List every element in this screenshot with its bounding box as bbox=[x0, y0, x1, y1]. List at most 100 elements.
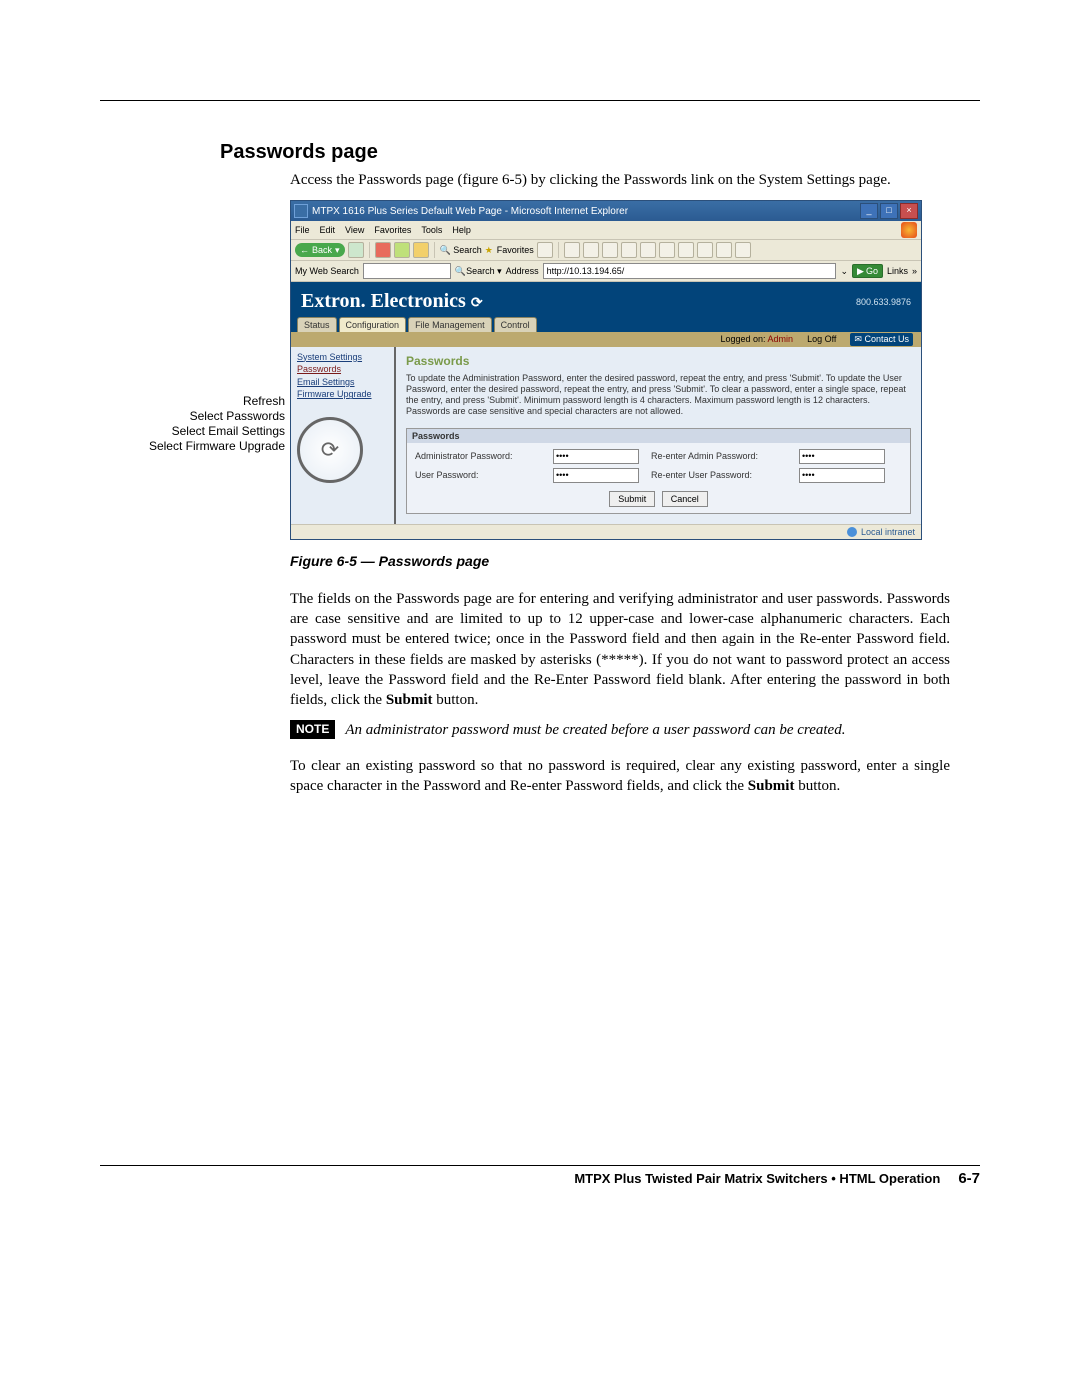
links-chevron-icon[interactable]: » bbox=[912, 265, 917, 277]
menu-favorites[interactable]: Favorites bbox=[374, 224, 411, 236]
menu-edit[interactable]: Edit bbox=[320, 224, 336, 236]
contact-us-link[interactable]: ✉ Contact Us bbox=[850, 333, 913, 345]
messenger-button[interactable] bbox=[678, 242, 694, 258]
submit-button[interactable]: Submit bbox=[609, 491, 655, 507]
note-block: NOTE An administrator password must be c… bbox=[290, 720, 950, 740]
figure-passwords-page: Refresh Select Passwords Select Email Se… bbox=[130, 200, 930, 540]
sidebar: System Settings Passwords Email Settings… bbox=[291, 347, 396, 524]
menu-file[interactable]: File bbox=[295, 224, 310, 236]
tab-status[interactable]: Status bbox=[297, 317, 337, 332]
arrow-left-icon: ← bbox=[300, 244, 309, 256]
close-button[interactable]: × bbox=[900, 203, 918, 219]
note-badge: NOTE bbox=[290, 720, 335, 738]
back-button[interactable]: ← Back ▾ bbox=[295, 243, 345, 257]
menu-view[interactable]: View bbox=[345, 224, 364, 236]
callout-refresh: Refresh bbox=[130, 394, 285, 409]
re-admin-password-label: Re-enter Admin Password: bbox=[651, 450, 791, 462]
passwords-box: Passwords Administrator Password: Re-ent… bbox=[406, 428, 911, 514]
stop-button[interactable] bbox=[375, 242, 391, 258]
passwords-panel: Passwords To update the Administration P… bbox=[396, 347, 921, 524]
extra-button-3[interactable] bbox=[735, 242, 751, 258]
home-button[interactable] bbox=[413, 242, 429, 258]
ie-window: MTPX 1616 Plus Series Default Web Page -… bbox=[290, 200, 922, 540]
media-button[interactable] bbox=[537, 242, 553, 258]
ie-throbber-icon bbox=[901, 222, 917, 238]
edit-button[interactable] bbox=[621, 242, 637, 258]
note-text: An administrator password must be create… bbox=[345, 720, 845, 740]
session-bar: Logged on: Admin Log Off ✉ Contact Us bbox=[291, 332, 921, 346]
forward-button[interactable] bbox=[348, 242, 364, 258]
page-footer: MTPX Plus Twisted Pair Matrix Switchers … bbox=[100, 1165, 980, 1187]
re-admin-password-input[interactable] bbox=[799, 449, 885, 464]
admin-password-input[interactable] bbox=[553, 449, 639, 464]
phone-number: 800.633.9876 bbox=[856, 296, 911, 308]
search-address-bar: My Web Search 🔍Search ▾ Address ⌄ ▶ Go L… bbox=[291, 261, 921, 282]
user-password-input[interactable] bbox=[553, 468, 639, 483]
search-button[interactable]: 🔍 Search bbox=[440, 244, 482, 256]
extra-button-2[interactable] bbox=[716, 242, 732, 258]
browser-viewport: Extron. Electronics ⟳ 800.633.9876 Statu… bbox=[291, 282, 921, 524]
logged-user: Admin bbox=[768, 334, 794, 344]
window-titlebar: MTPX 1616 Plus Series Default Web Page -… bbox=[291, 201, 921, 221]
admin-password-label: Administrator Password: bbox=[415, 450, 545, 462]
minimize-button[interactable]: _ bbox=[860, 203, 878, 219]
panel-help-text: To update the Administration Password, e… bbox=[406, 373, 911, 418]
horizontal-rule bbox=[100, 100, 980, 101]
figure-callouts: Refresh Select Passwords Select Email Se… bbox=[130, 394, 285, 454]
extra-button-1[interactable] bbox=[697, 242, 713, 258]
ie-icon bbox=[294, 204, 308, 218]
go-button[interactable]: ▶ Go bbox=[852, 264, 883, 278]
address-input[interactable] bbox=[543, 263, 837, 279]
extron-logo-icon: ⟳ bbox=[297, 417, 363, 483]
tab-control[interactable]: Control bbox=[494, 317, 537, 332]
star-icon: ★ bbox=[485, 244, 497, 256]
tab-configuration[interactable]: Configuration bbox=[339, 317, 407, 332]
chevron-down-icon: ▾ bbox=[335, 244, 340, 256]
separator bbox=[369, 242, 370, 258]
recycle-icon: ⟳ bbox=[471, 296, 483, 311]
zone-text: Local intranet bbox=[861, 526, 915, 538]
callout-passwords: Select Passwords bbox=[130, 409, 285, 424]
logoff-link[interactable]: Log Off bbox=[807, 333, 836, 345]
menu-bar: File Edit View Favorites Tools Help bbox=[291, 221, 921, 240]
user-password-label: User Password: bbox=[415, 469, 545, 481]
favorites-button[interactable]: ★Favorites bbox=[485, 244, 534, 256]
history-button[interactable] bbox=[564, 242, 580, 258]
body-paragraph-2: To clear an existing password so that no… bbox=[290, 756, 950, 797]
separator bbox=[434, 242, 435, 258]
ie-status-bar: Local intranet bbox=[291, 524, 921, 539]
menu-tools[interactable]: Tools bbox=[421, 224, 442, 236]
mail-button[interactable] bbox=[583, 242, 599, 258]
discuss-button[interactable] bbox=[640, 242, 656, 258]
links-label[interactable]: Links bbox=[887, 265, 908, 277]
figure-caption: Figure 6-5 — Passwords page bbox=[290, 552, 950, 571]
search-mini-button[interactable]: 🔍Search ▾ bbox=[455, 265, 502, 277]
mywebsearch-input[interactable] bbox=[363, 263, 451, 279]
re-user-password-input[interactable] bbox=[799, 468, 885, 483]
extron-header: Extron. Electronics ⟳ 800.633.9876 bbox=[291, 282, 921, 317]
callout-firmware: Select Firmware Upgrade bbox=[130, 439, 285, 454]
research-button[interactable] bbox=[659, 242, 675, 258]
menu-help[interactable]: Help bbox=[452, 224, 471, 236]
toolbar: ← Back ▾ 🔍 Search ★Favorites bbox=[291, 240, 921, 261]
cancel-button[interactable]: Cancel bbox=[662, 491, 708, 507]
address-dropdown-icon[interactable]: ⌄ bbox=[840, 265, 848, 277]
sidebar-item-passwords[interactable]: Passwords bbox=[297, 363, 392, 376]
maximize-button[interactable]: □ bbox=[880, 203, 898, 219]
intro-paragraph: Access the Passwords page (figure 6-5) b… bbox=[290, 170, 950, 190]
nav-tabs: Status Configuration File Management Con… bbox=[291, 317, 921, 332]
body-paragraph-1: The fields on the Passwords page are for… bbox=[290, 589, 950, 711]
window-title: MTPX 1616 Plus Series Default Web Page -… bbox=[312, 205, 858, 219]
sidebar-item-firmware[interactable]: Firmware Upgrade bbox=[297, 388, 392, 401]
passwords-box-title: Passwords bbox=[407, 429, 910, 443]
separator bbox=[558, 242, 559, 258]
panel-title: Passwords bbox=[406, 353, 911, 369]
sidebar-item-system[interactable]: System Settings bbox=[297, 351, 392, 364]
re-user-password-label: Re-enter User Password: bbox=[651, 469, 791, 481]
extron-brand: Extron. Electronics bbox=[301, 290, 466, 312]
print-button[interactable] bbox=[602, 242, 618, 258]
tab-file-management[interactable]: File Management bbox=[408, 317, 492, 332]
refresh-button[interactable] bbox=[394, 242, 410, 258]
sidebar-item-email[interactable]: Email Settings bbox=[297, 376, 392, 389]
callout-email: Select Email Settings bbox=[130, 424, 285, 439]
